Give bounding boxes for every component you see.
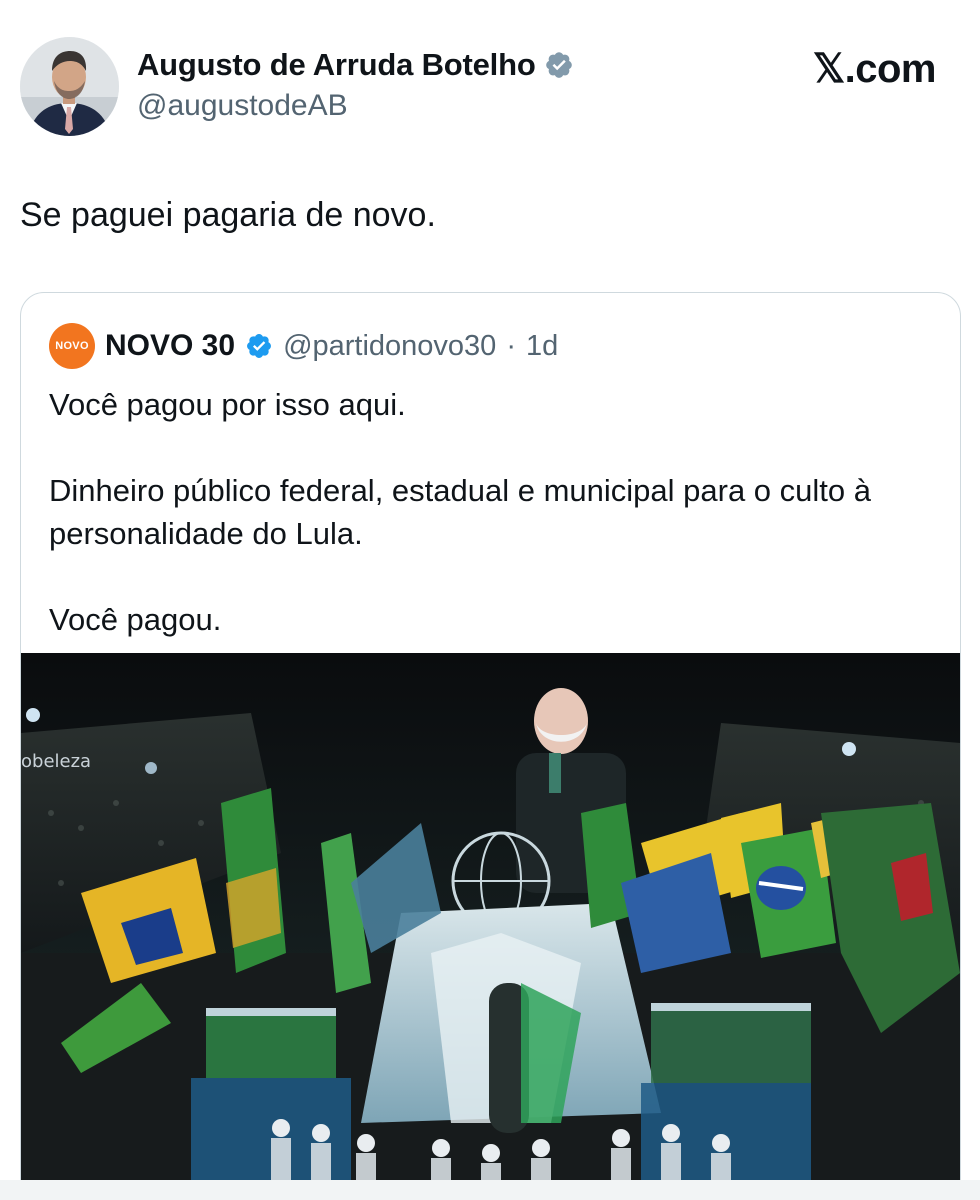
tweet-screenshot: Augusto de Arruda Botelho @augustodeAB 𝕏…: [0, 0, 980, 1200]
quoted-author-handle[interactable]: @partidonovo30: [283, 330, 496, 363]
quoted-author-name[interactable]: NOVO 30: [105, 329, 235, 363]
author-name[interactable]: Augusto de Arruda Botelho: [137, 47, 536, 83]
quoted-tweet-image[interactable]: obeleza: [21, 653, 960, 1183]
author-photo: [20, 37, 119, 136]
quoted-tweet-text: Você pagou por isso aqui. Dinheiro públi…: [49, 383, 929, 641]
author-name-row: Augusto de Arruda Botelho: [137, 47, 574, 83]
quoted-tweet-header: NOVO NOVO 30 @partidonovo30 · 1d: [49, 323, 558, 369]
author-handle[interactable]: @augustodeAB: [137, 89, 348, 123]
carnival-float-photo: [21, 653, 960, 1183]
verified-badge-icon: [545, 52, 572, 78]
separator-dot: ·: [506, 329, 516, 362]
quoted-paragraph: Dinheiro público federal, estadual e mun…: [49, 473, 871, 551]
verified-badge-icon: [247, 334, 272, 358]
novo-avatar[interactable]: NOVO: [49, 323, 95, 369]
broadcast-watermark: obeleza: [21, 751, 92, 772]
bottom-strip: [0, 1180, 980, 1200]
x-com-logo: 𝕏.com: [812, 47, 937, 91]
quoted-timestamp[interactable]: 1d: [526, 330, 558, 363]
tweet-text: Se paguei pagaria de novo.: [20, 196, 436, 234]
author-avatar[interactable]: [20, 37, 119, 136]
quoted-paragraph: Você pagou por isso aqui.: [49, 387, 406, 422]
quoted-tweet-card[interactable]: NOVO NOVO 30 @partidonovo30 · 1d Você pa…: [20, 292, 961, 1200]
quoted-paragraph: Você pagou.: [49, 602, 222, 637]
